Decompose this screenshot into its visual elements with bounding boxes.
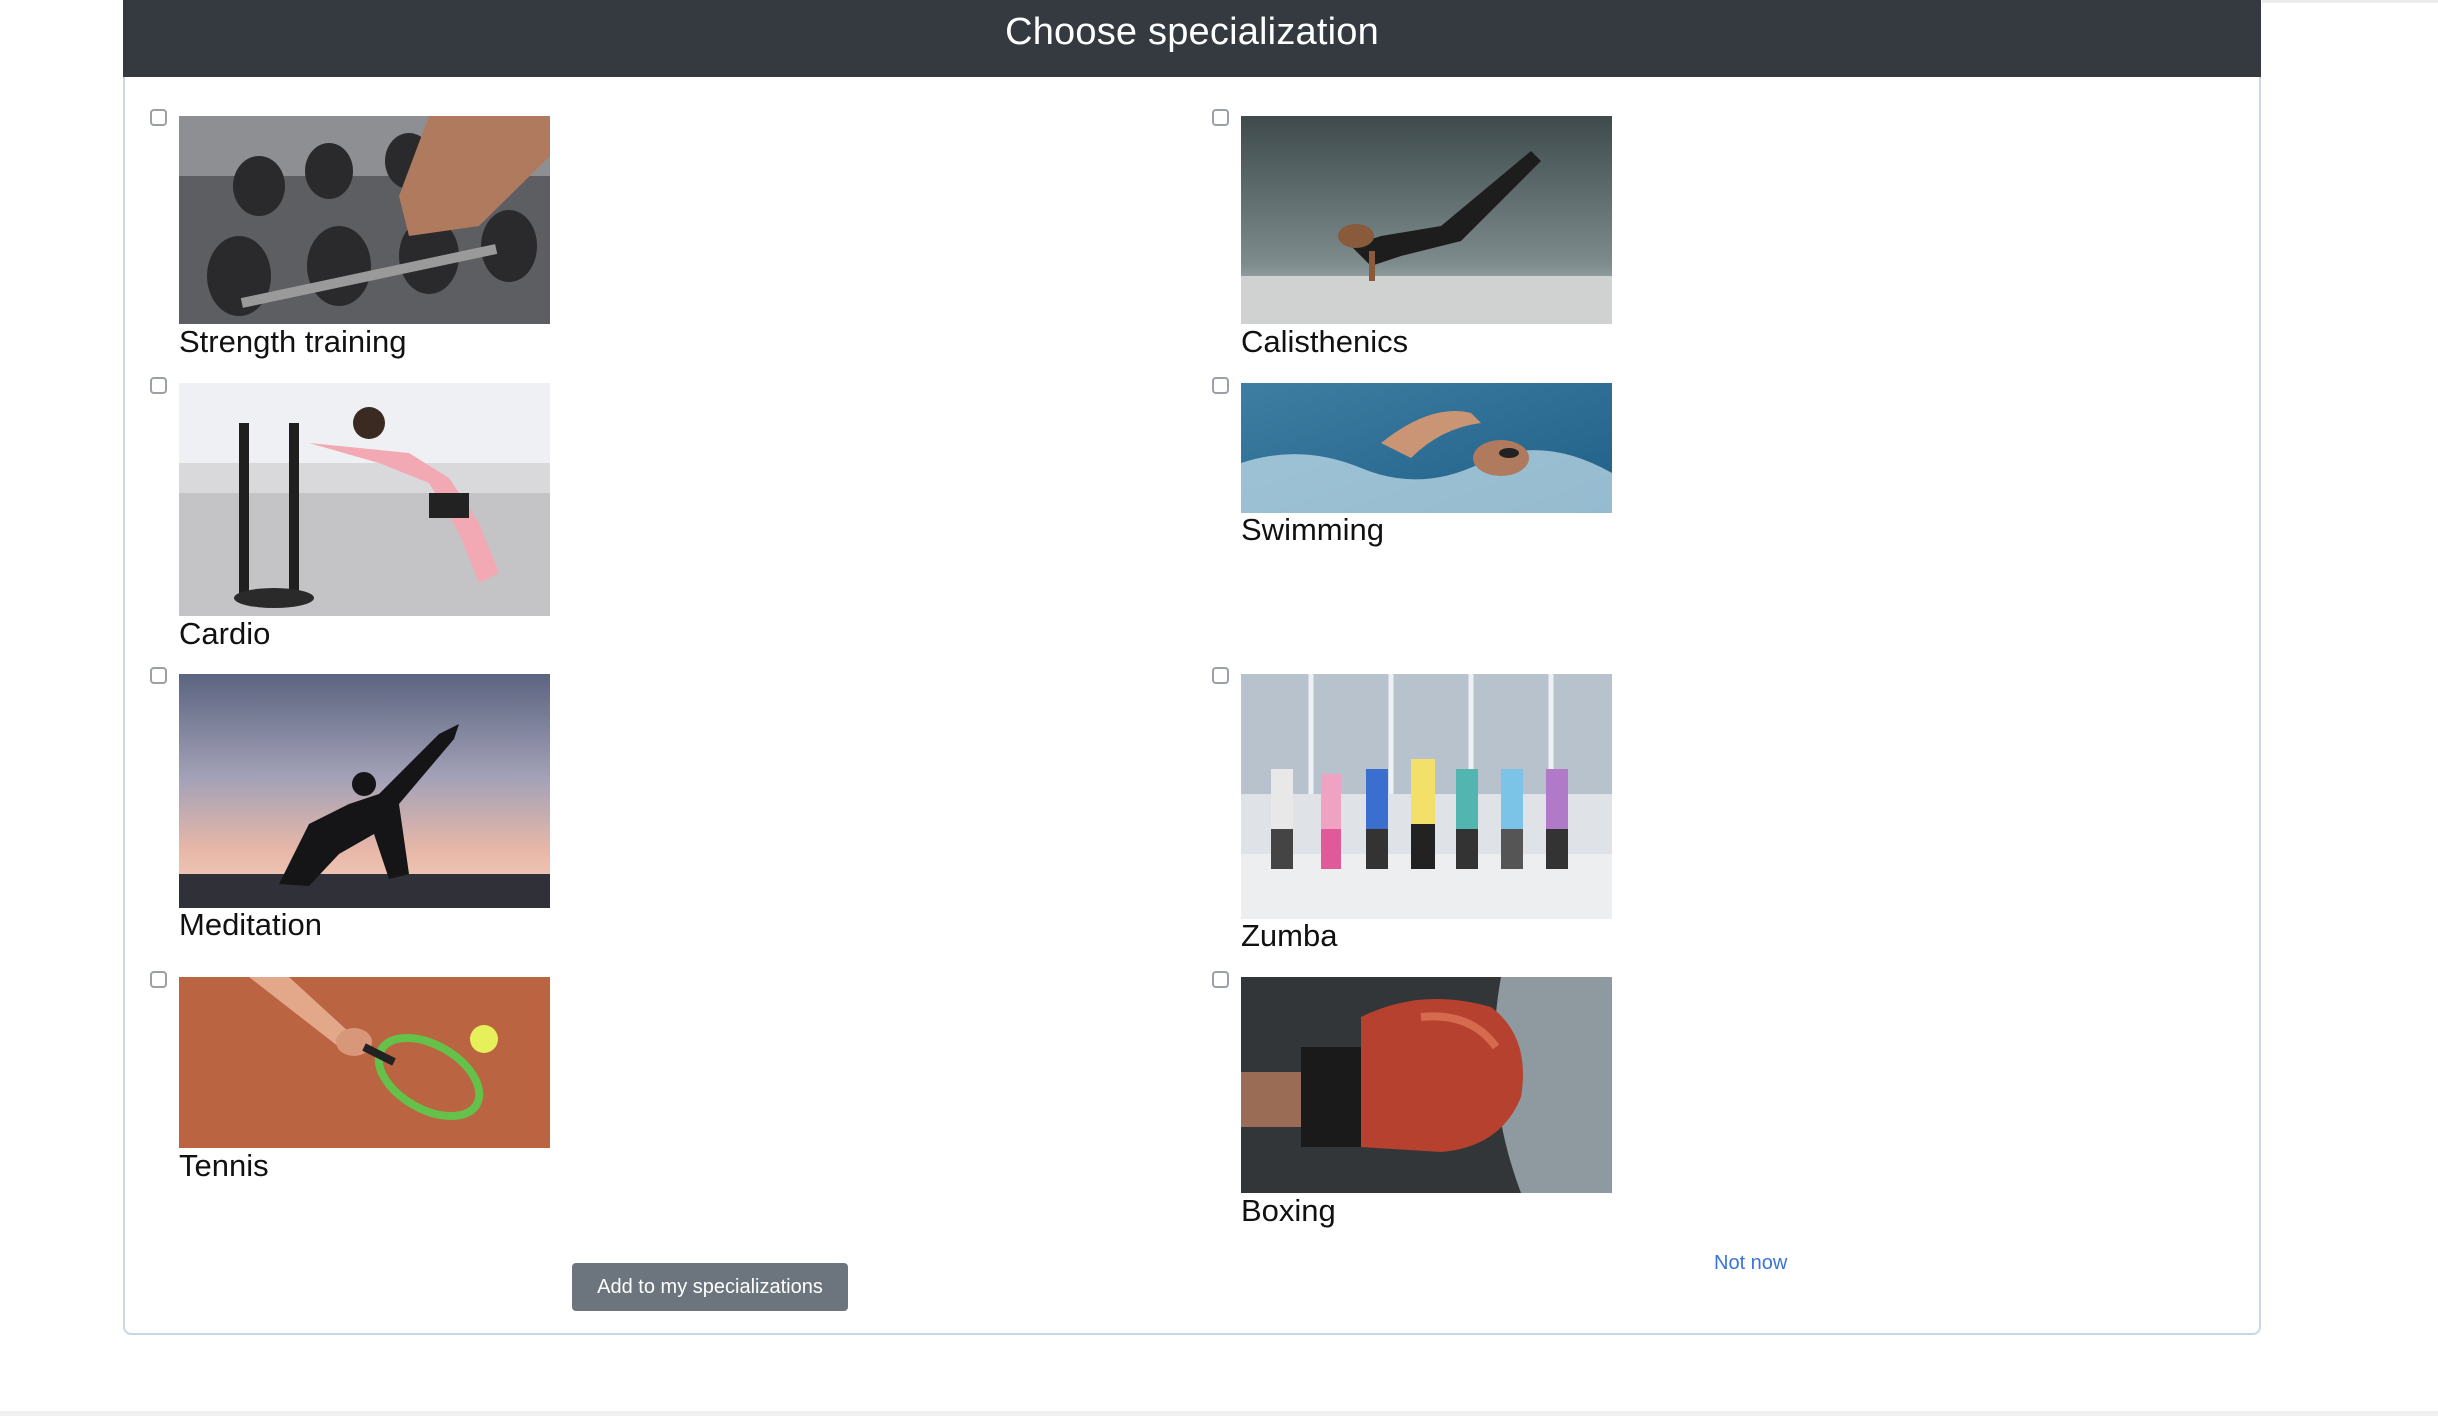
boxing-image <box>1241 977 1612 1193</box>
checkbox-swimming[interactable] <box>1212 377 1229 394</box>
checkbox-cardio[interactable] <box>150 377 167 394</box>
checkbox-meditation[interactable] <box>150 667 167 684</box>
cardio-image <box>179 383 550 616</box>
strength-training-image <box>179 116 550 324</box>
zumba-image <box>1241 674 1612 919</box>
not-now-link[interactable]: Not now <box>1714 1252 1787 1275</box>
checkbox-zumba[interactable] <box>1212 667 1229 684</box>
label-strength-training: Strength training <box>179 324 407 359</box>
label-boxing: Boxing <box>1241 1193 1336 1228</box>
label-calisthenics: Calisthenics <box>1241 324 1409 359</box>
checkbox-calisthenics[interactable] <box>1212 109 1229 126</box>
page-bottom-edge <box>0 1411 2438 1416</box>
swimming-image <box>1241 383 1612 513</box>
label-tennis: Tennis <box>179 1148 269 1183</box>
checkbox-boxing[interactable] <box>1212 971 1229 988</box>
checkbox-strength-training[interactable] <box>150 109 167 126</box>
tennis-image <box>179 977 550 1148</box>
meditation-image <box>179 674 550 908</box>
label-zumba: Zumba <box>1241 918 1338 953</box>
label-swimming: Swimming <box>1241 512 1384 547</box>
card-header: Choose specialization <box>123 0 2261 77</box>
top-edge-shade <box>2262 0 2438 3</box>
add-to-specializations-button[interactable]: Add to my specializations <box>572 1263 848 1311</box>
label-meditation: Meditation <box>179 907 323 942</box>
calisthenics-image <box>1241 116 1612 324</box>
page-title: Choose specialization <box>1005 11 1379 53</box>
checkbox-tennis[interactable] <box>150 971 167 988</box>
label-cardio: Cardio <box>179 616 271 651</box>
